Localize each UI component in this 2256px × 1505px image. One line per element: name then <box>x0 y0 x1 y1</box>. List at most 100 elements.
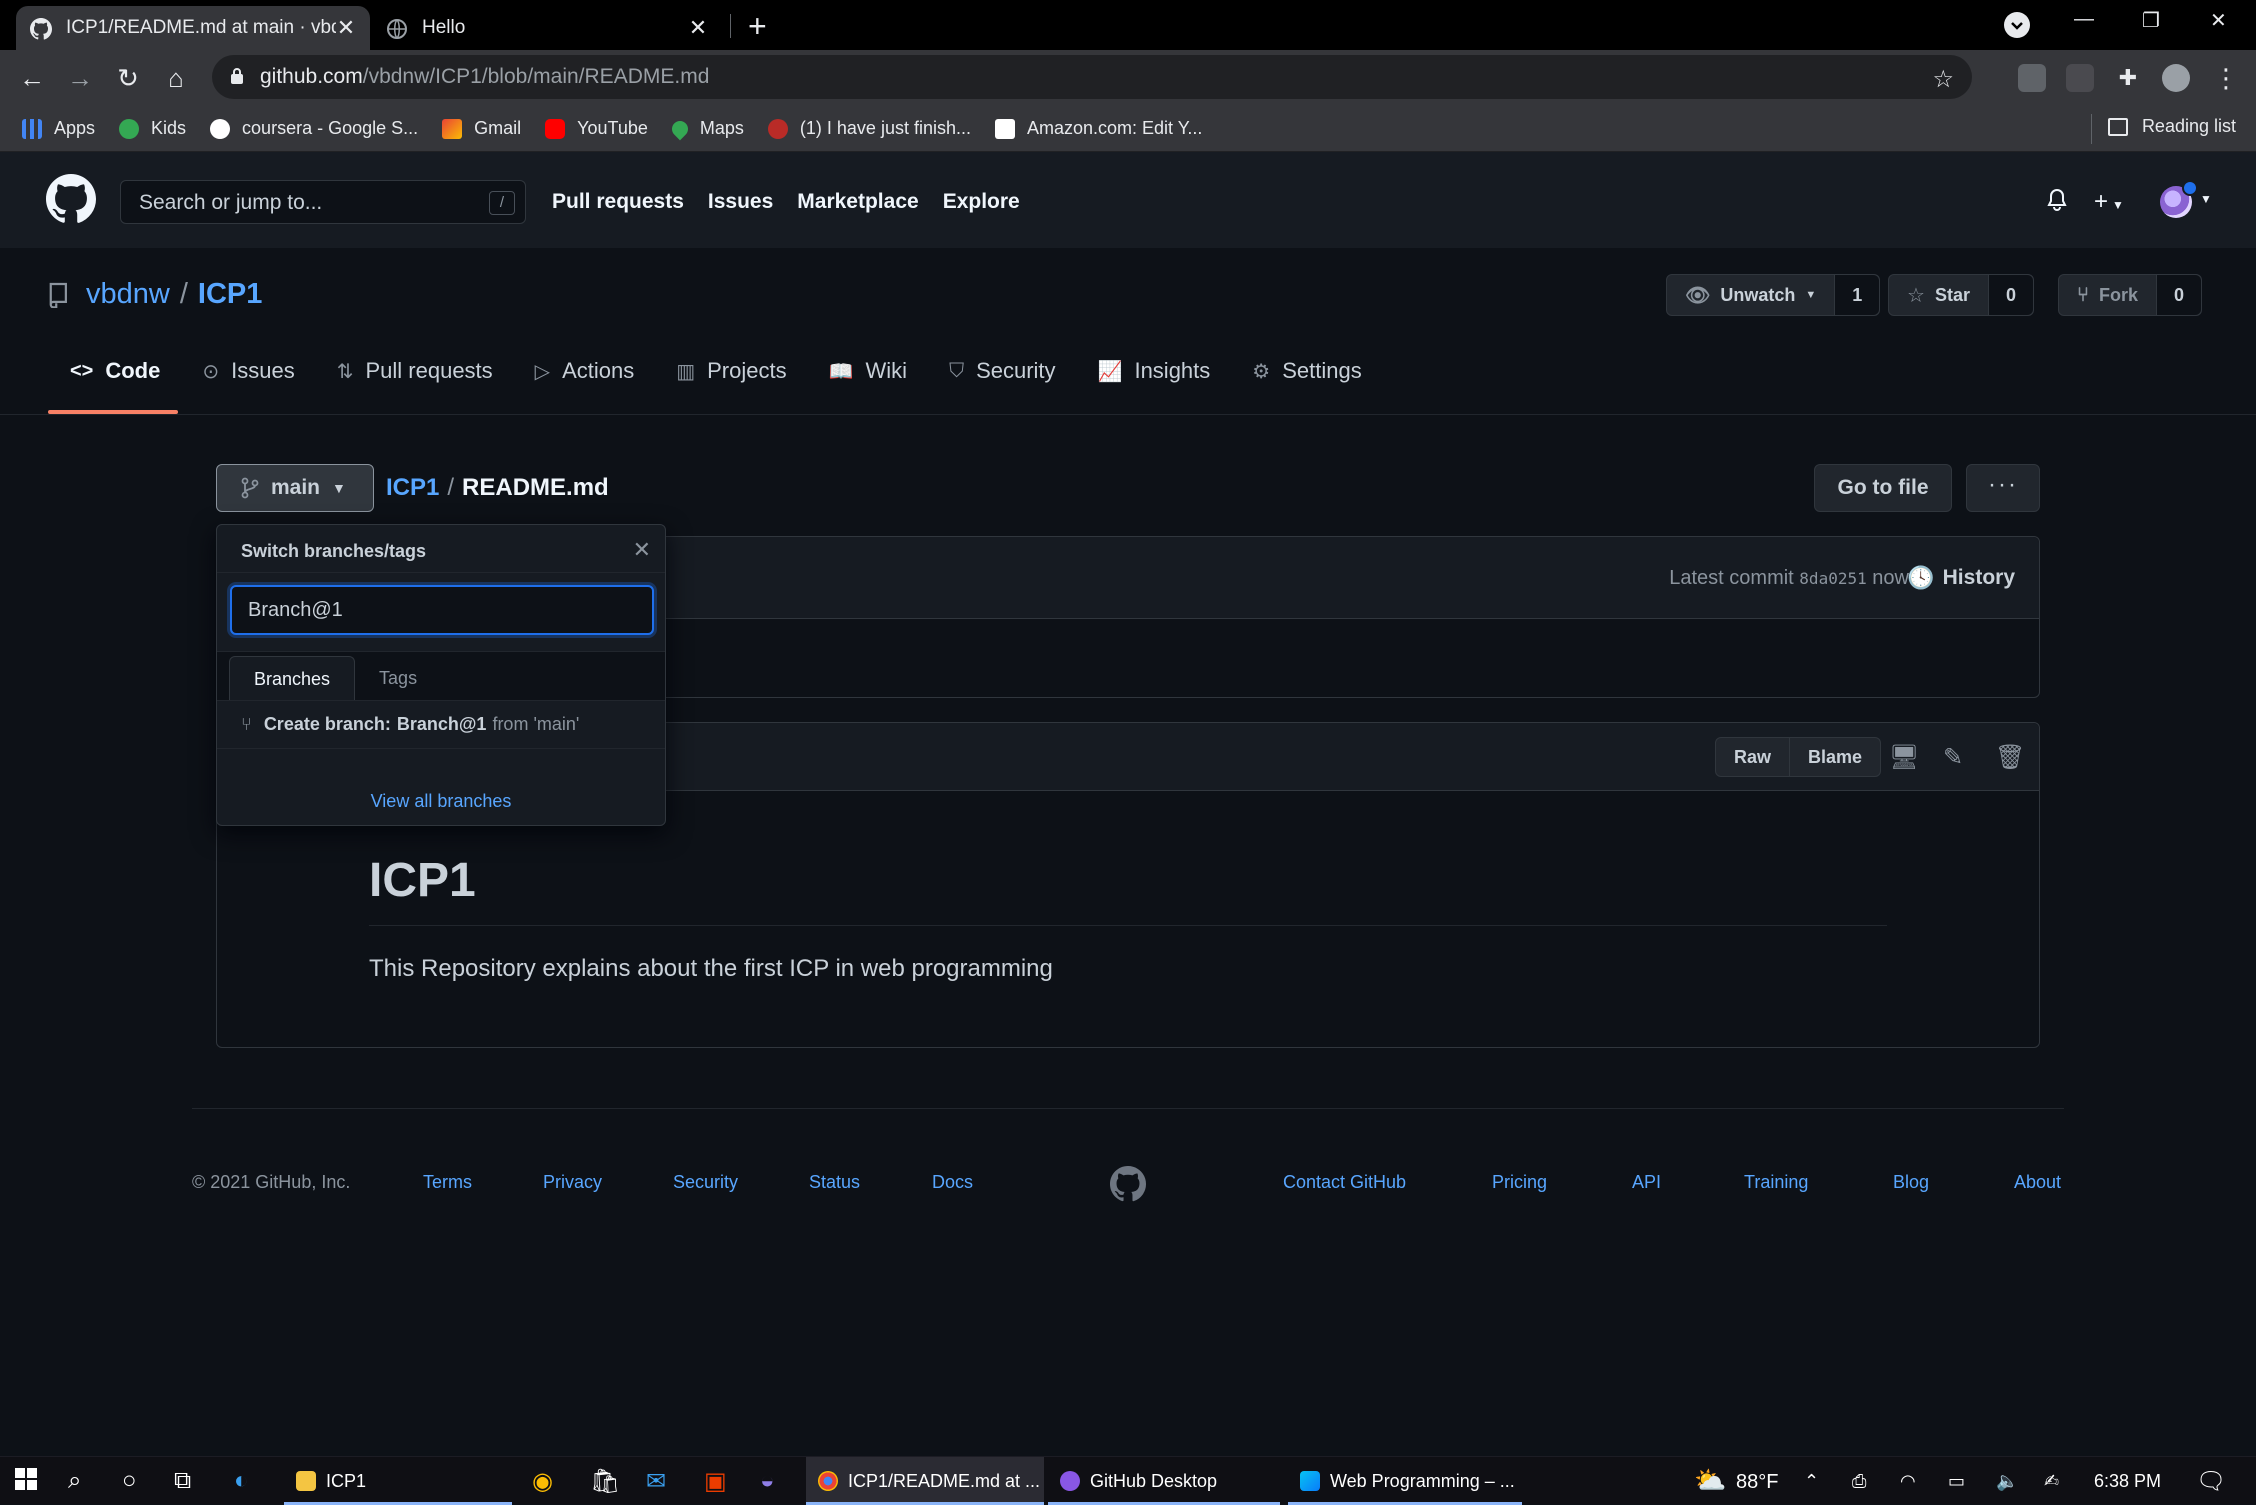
tab-branches[interactable]: Branches <box>229 656 356 700</box>
bookmark-coursera[interactable]: coursera - Google S... <box>210 118 418 139</box>
close-icon[interactable]: ✕ <box>633 537 651 563</box>
weather-icon[interactable]: ⛅ <box>1694 1465 1726 1496</box>
footer-link-docs[interactable]: Docs <box>932 1172 973 1193</box>
minimize-icon[interactable]: — <box>2074 8 2094 31</box>
window-close-icon[interactable]: ✕ <box>2210 8 2227 33</box>
address-bar[interactable]: github.com/vbdnw/ICP1/blob/main/README.m… <box>212 55 1972 99</box>
footer-link-blog[interactable]: Blog <box>1893 1172 1929 1193</box>
extension-off-icon[interactable] <box>2066 64 2094 92</box>
back-icon[interactable]: ← <box>16 62 48 94</box>
windows-start-icon[interactable] <box>14 1467 38 1491</box>
taskbar-github-desktop[interactable]: GitHub Desktop <box>1048 1457 1280 1505</box>
watchers-count[interactable]: 1 <box>1835 275 1880 315</box>
home-icon[interactable]: ⌂ <box>160 62 192 94</box>
trash-icon[interactable]: 🗑 <box>1995 743 2025 772</box>
tab-issues[interactable]: ⊙ Issues <box>180 344 312 404</box>
temperature[interactable]: 88°F <box>1736 1471 1778 1494</box>
tab-insights[interactable]: 📈 Insights <box>1076 344 1229 404</box>
tab-tags[interactable]: Tags <box>355 656 441 700</box>
profile-avatar[interactable] <box>2162 64 2190 92</box>
volume-icon[interactable]: 🔈 <box>1996 1471 2018 1492</box>
unwatch-button[interactable]: 👁 Unwatch ▼ <box>1667 275 1836 315</box>
chrome-menu-icon[interactable]: ⋮ <box>2210 62 2242 94</box>
meet-now-icon[interactable]: ⎙ <box>1852 1471 1866 1492</box>
bookmark-star-icon[interactable]: ☆ <box>1932 65 1954 94</box>
reload-icon[interactable]: ↻ <box>112 62 144 94</box>
office-icon[interactable]: ▣ <box>704 1467 727 1496</box>
new-tab-button[interactable]: + <box>748 8 767 45</box>
footer-link-status[interactable]: Status <box>809 1172 860 1193</box>
desktop-icon[interactable]: 🖥 <box>1889 743 1919 772</box>
branch-filter-input[interactable]: Branch@1 <box>230 585 654 635</box>
bookmark-amazon[interactable]: Amazon.com: Edit Y... <box>994 118 1202 139</box>
footer-link-security[interactable]: Security <box>673 1172 738 1193</box>
blame-button[interactable]: Blame <box>1789 738 1880 776</box>
tab-close-icon[interactable]: ✕ <box>688 15 708 41</box>
forks-count[interactable]: 0 <box>2157 275 2202 315</box>
bookmark-kids[interactable]: Kids <box>119 118 186 139</box>
browser-tab-active[interactable]: ICP1/README.md at main · vbdn ✕ <box>16 6 370 50</box>
tab-actions[interactable]: ▷ Actions <box>513 344 653 404</box>
tab-close-icon[interactable]: ✕ <box>336 15 356 41</box>
clock-time[interactable]: 6:38 PM <box>2094 1471 2161 1492</box>
tab-wiki[interactable]: 📖 Wiki <box>807 344 925 404</box>
tab-code[interactable]: <> Code <box>48 344 179 414</box>
tab-settings[interactable]: ⚙ Settings <box>1230 344 1379 404</box>
github-logo-icon[interactable] <box>46 174 96 224</box>
branch-select-button[interactable]: main ▼ <box>216 464 374 512</box>
footer-link-training[interactable]: Training <box>1744 1172 1808 1193</box>
extension-icon[interactable] <box>2018 64 2046 92</box>
edge-icon[interactable]: ◐ <box>234 1467 249 1495</box>
pen-icon[interactable]: ✍ <box>2044 1471 2059 1492</box>
more-options-button[interactable]: ··· <box>1966 464 2040 512</box>
bookmark-gmail[interactable]: Gmail <box>442 118 521 139</box>
battery-icon[interactable]: ▭ <box>1948 1471 1965 1492</box>
nav-issues[interactable]: Issues <box>708 190 773 214</box>
eclipse-icon[interactable]: ◒ <box>760 1467 775 1495</box>
nav-explore[interactable]: Explore <box>943 190 1020 214</box>
view-all-branches-link[interactable]: View all branches <box>217 791 665 812</box>
footer-link-about[interactable]: About <box>2014 1172 2061 1193</box>
cortana-circle-icon[interactable]: ○ <box>122 1467 137 1495</box>
footer-link-privacy[interactable]: Privacy <box>543 1172 602 1193</box>
bookmark-youtube[interactable]: YouTube <box>545 118 648 139</box>
footer-link-pricing[interactable]: Pricing <box>1492 1172 1547 1193</box>
taskbar-chrome-window[interactable]: ICP1/README.md at ... <box>806 1457 1044 1505</box>
repo-name-link[interactable]: ICP1 <box>198 278 262 311</box>
bookmark-maps[interactable]: Maps <box>668 117 744 140</box>
taskbar-folder-icp1[interactable]: ICP1 <box>284 1457 512 1505</box>
fork-button[interactable]: ⑂ Fork <box>2059 275 2158 315</box>
repo-owner-link[interactable]: vbdnw <box>86 278 170 311</box>
footer-link-terms[interactable]: Terms <box>423 1172 472 1193</box>
wifi-icon[interactable]: ◠ <box>1900 1471 1916 1492</box>
stars-count[interactable]: 0 <box>1988 275 2033 315</box>
chevron-up-icon[interactable]: ⌃ <box>1804 1471 1819 1492</box>
chrome-icon[interactable]: ◉ <box>532 1467 553 1496</box>
action-center-icon[interactable]: 🗨 <box>2196 1467 2226 1496</box>
bookmark-apps[interactable]: Apps <box>22 118 95 139</box>
notifications-bell-icon[interactable] <box>2046 188 2068 212</box>
tab-security[interactable]: ⛉ Security <box>927 344 1073 404</box>
history-button[interactable]: 🕓 History <box>1907 565 2015 591</box>
create-new-plus-icon[interactable]: + ▼ <box>2094 188 2124 216</box>
avatar-chevron-down-icon[interactable]: ▼ <box>2200 192 2212 206</box>
taskbar-webstorm[interactable]: Web Programming – ... <box>1288 1457 1522 1505</box>
pencil-edit-icon[interactable]: ✎ <box>1943 743 1963 772</box>
task-view-icon[interactable]: ⧉ <box>174 1467 191 1495</box>
footer-link-api[interactable]: API <box>1632 1172 1661 1193</box>
github-footer-logo-icon[interactable] <box>1110 1166 1146 1202</box>
search-icon[interactable]: ⌕ <box>68 1467 81 1495</box>
nav-pull-requests[interactable]: Pull requests <box>552 190 684 214</box>
extensions-puzzle-icon[interactable]: ✚ <box>2112 62 2144 94</box>
forward-icon[interactable]: → <box>64 62 96 94</box>
restore-icon[interactable]: ❐ <box>2142 8 2160 33</box>
create-branch-item[interactable]: ⑂ Create branch: Branch@1 from 'main' <box>217 701 665 749</box>
tab-projects[interactable]: ▥ Projects <box>654 344 804 404</box>
commit-sha-link[interactable]: 8da0251 <box>1799 569 1866 588</box>
mail-icon[interactable]: ✉ <box>646 1467 666 1496</box>
reading-list-button[interactable]: Reading list <box>2107 116 2236 137</box>
raw-button[interactable]: Raw <box>1716 738 1789 776</box>
breadcrumb-repo-link[interactable]: ICP1 <box>386 474 439 502</box>
go-to-file-button[interactable]: Go to file <box>1814 464 1952 512</box>
star-button[interactable]: ☆ Star <box>1889 275 1989 315</box>
